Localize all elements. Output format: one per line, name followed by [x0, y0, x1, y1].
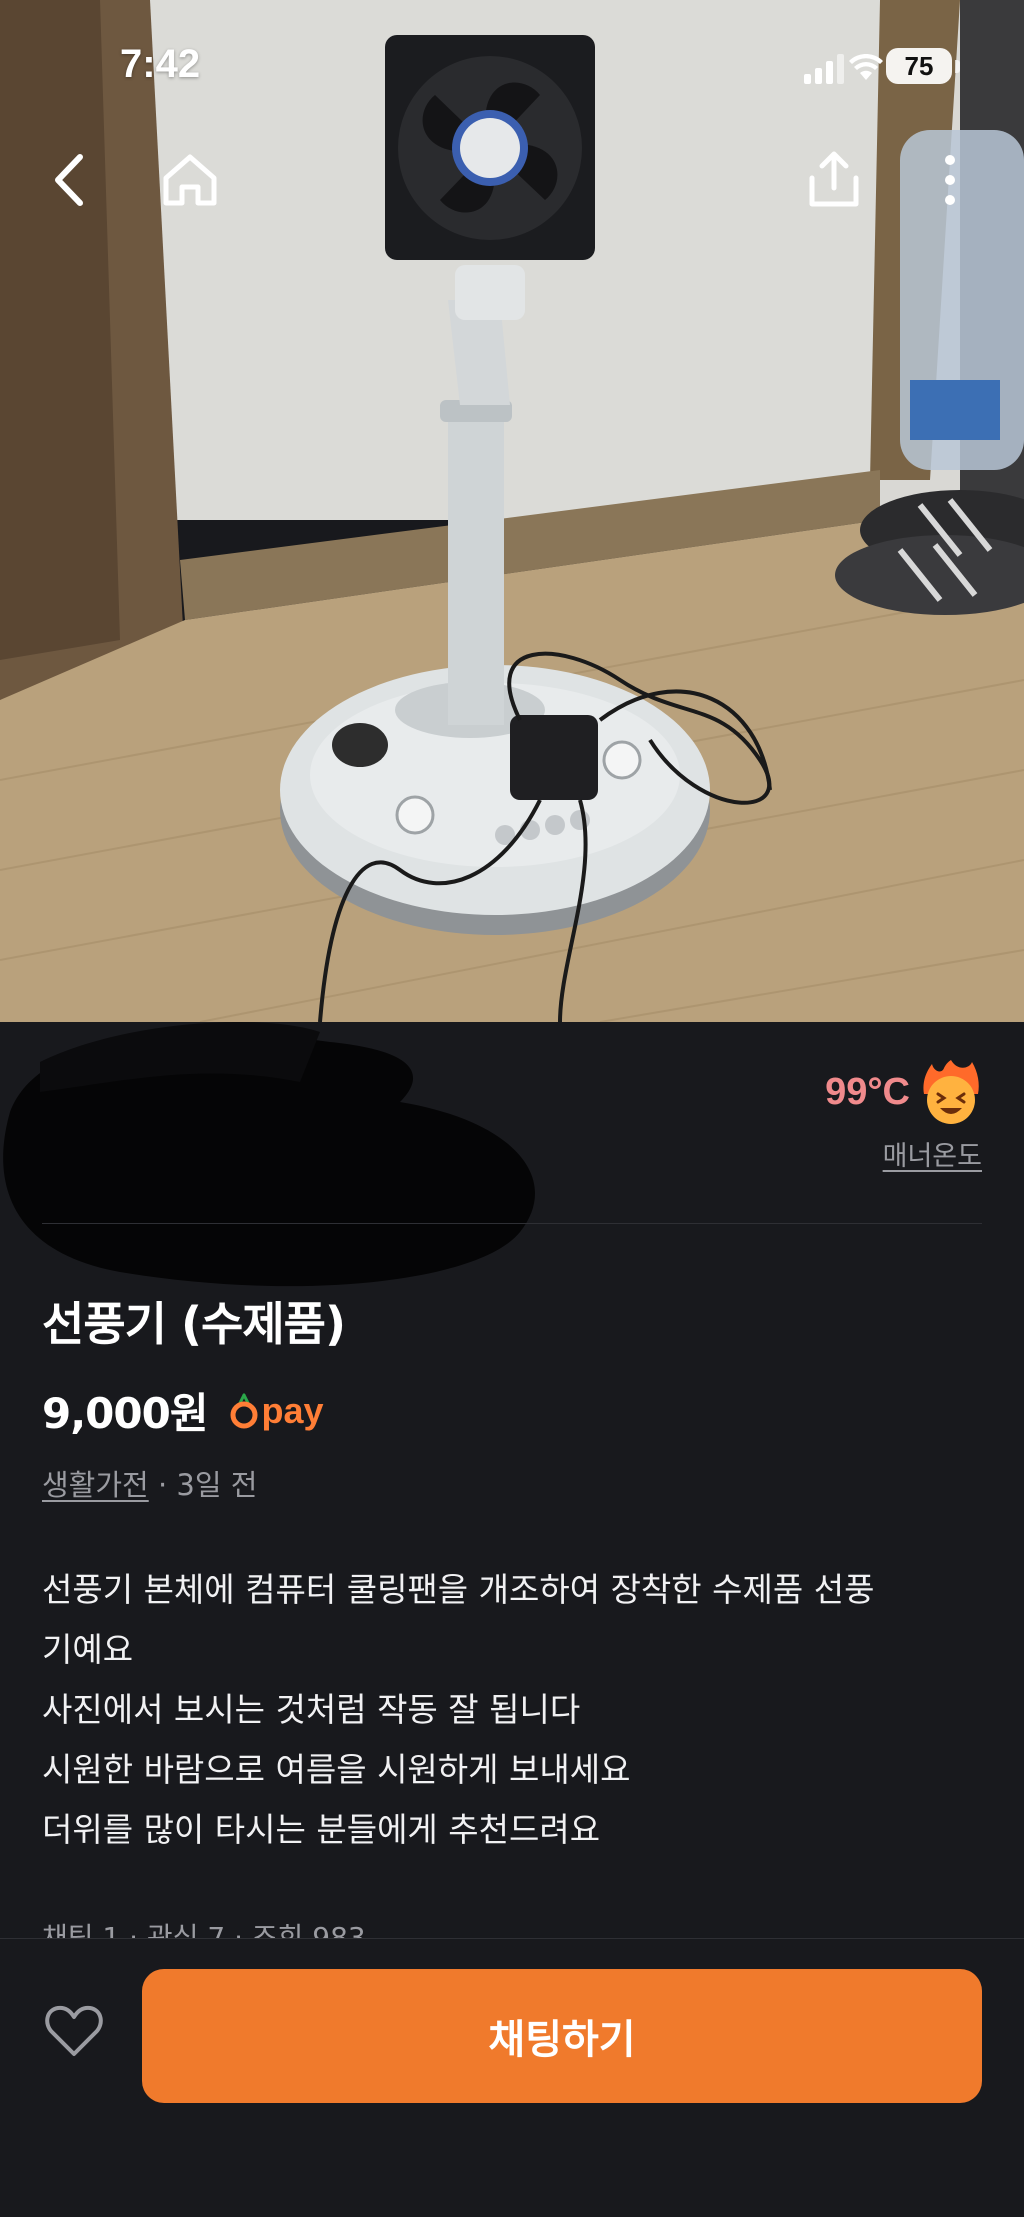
bottom-action-bar: 채팅하기	[0, 1938, 1024, 2217]
product-photo[interactable]	[0, 0, 1024, 1022]
manner-temperature[interactable]: 99°C 매너온도	[825, 1058, 982, 1173]
product-stats: 채팅 1 · 관심 7 · 조회 983	[42, 1916, 366, 1938]
product-description: 선풍기 본체에 컴퓨터 쿨링팬을 개조하여 장착한 수제품 선풍 기예요 사진에…	[42, 1560, 992, 1860]
product-title: 선풍기 (수제품)	[42, 1297, 346, 1351]
like-button[interactable]	[42, 1999, 106, 2063]
stats-text: 채팅 1 · 관심 7 · 조회 983	[42, 1921, 366, 1938]
redaction-blot	[3, 1022, 536, 1287]
battery-indicator: 75	[886, 48, 952, 84]
back-button[interactable]	[38, 148, 102, 212]
manner-temperature-value: 99°C	[825, 1070, 910, 1113]
more-button[interactable]	[922, 148, 978, 212]
karrot-pay-badge: pay	[230, 1390, 324, 1432]
product-meta: 생활가전 · 3일 전	[42, 1462, 257, 1504]
description-line: 사진에서 보시는 것처럼 작동 잘 됩니다	[42, 1690, 581, 1729]
description-line: 더위를 많이 타시는 분들에게 추천드려요	[42, 1810, 601, 1849]
description-line: 기예요	[42, 1630, 134, 1669]
cellular-signal-icon	[804, 54, 844, 84]
posted-time: · 3일 전	[157, 1468, 258, 1502]
status-bar: 7:42 75	[0, 0, 1024, 130]
category-link[interactable]: 생활가전	[42, 1468, 149, 1502]
chevron-left-icon	[55, 154, 83, 206]
share-icon	[809, 151, 859, 207]
battery-level: 75	[904, 50, 934, 81]
product-price: 9,000원	[42, 1389, 208, 1438]
section-divider	[42, 1223, 982, 1224]
pay-label: pay	[261, 1389, 324, 1431]
battery-tip	[955, 60, 960, 73]
share-button[interactable]	[802, 148, 866, 212]
description-line: 선풍기 본체에 컴퓨터 쿨링팬을 개조하여 장착한 수제품 선풍	[42, 1570, 875, 1609]
wifi-icon	[849, 54, 883, 80]
status-time: 7:42	[120, 42, 201, 86]
home-button[interactable]	[158, 148, 222, 212]
manner-temperature-label: 매너온도	[882, 1141, 982, 1172]
price-row: 9,000원 pay	[42, 1380, 324, 1441]
heart-outline-icon	[45, 2005, 103, 2056]
more-vertical-icon	[945, 155, 955, 205]
carrot-icon	[230, 1393, 257, 1428]
home-icon	[163, 154, 217, 206]
description-line: 시원한 바람으로 여름을 시원하게 보내세요	[42, 1750, 631, 1789]
fire-face-icon	[923, 1060, 979, 1124]
chat-button[interactable]: 채팅하기	[142, 1969, 982, 2103]
